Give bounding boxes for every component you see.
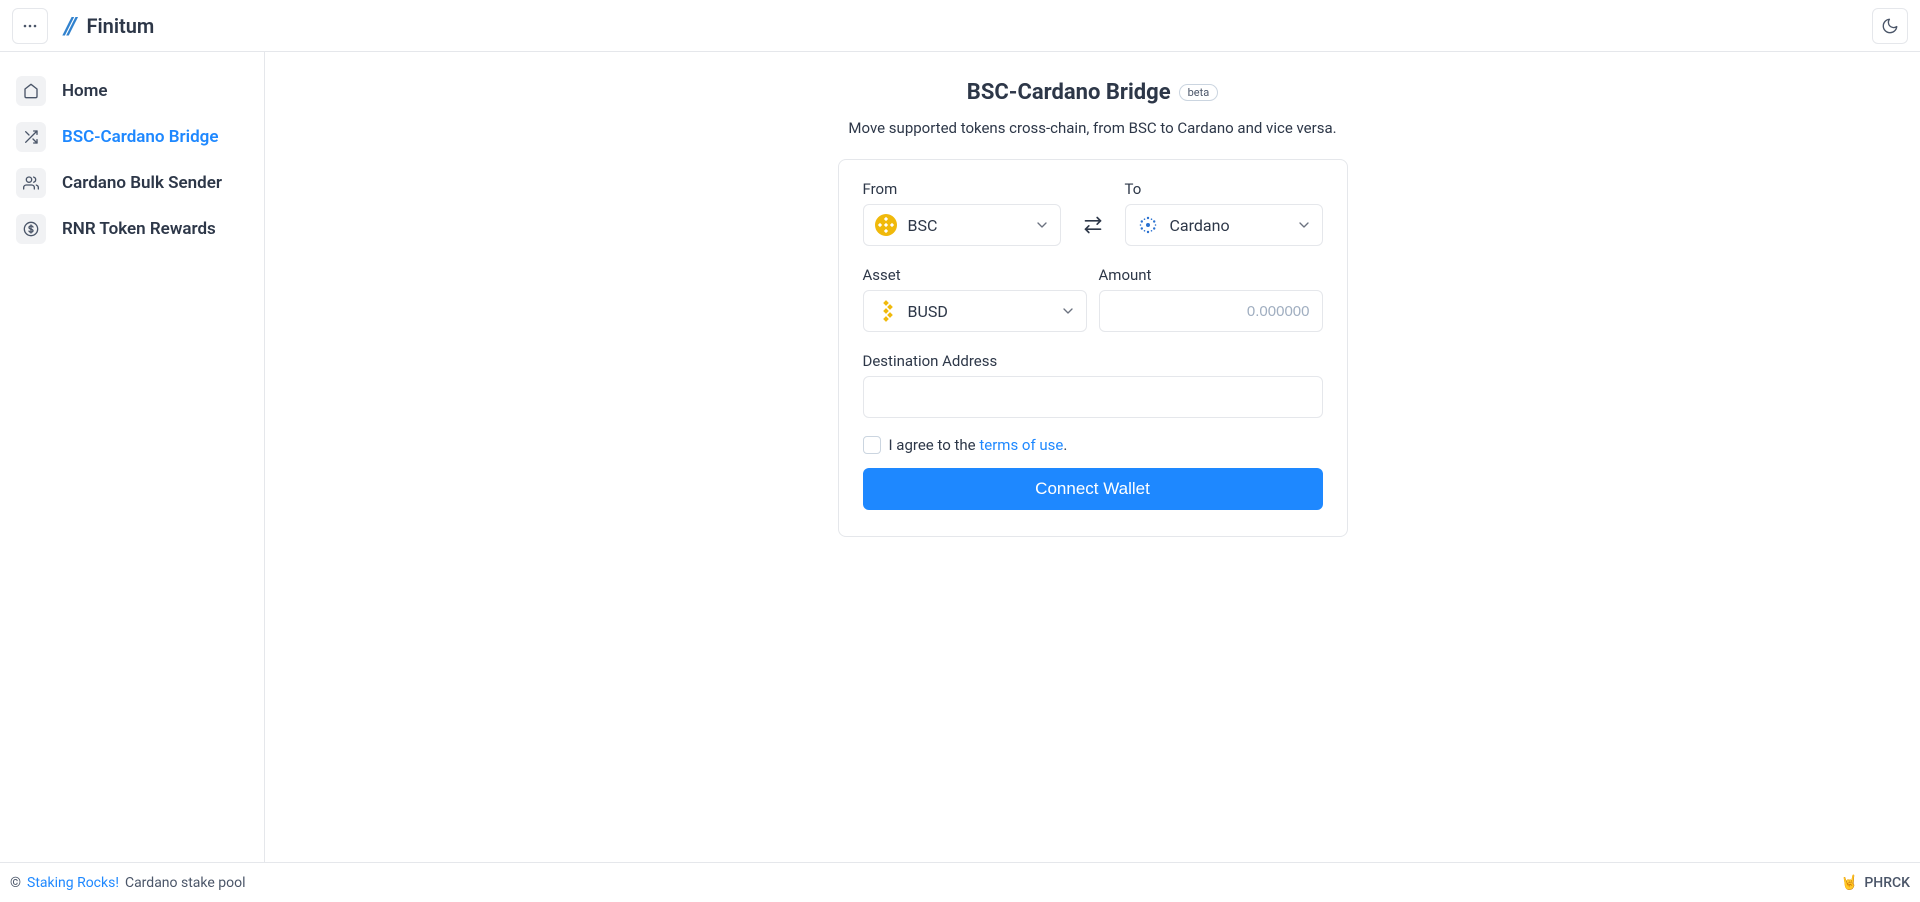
sidebar-item-label: Home bbox=[62, 81, 108, 101]
footer: © Staking Rocks! Cardano stake pool 🤘 PH… bbox=[0, 862, 1920, 902]
connect-wallet-button[interactable]: Connect Wallet bbox=[863, 468, 1323, 510]
main-content: BSC-Cardano Bridge beta Move supported t… bbox=[265, 52, 1920, 862]
asset-select[interactable]: BUSD bbox=[863, 290, 1087, 332]
chevron-down-icon bbox=[1296, 217, 1312, 233]
terms-of-use-link[interactable]: terms of use bbox=[979, 436, 1063, 454]
busd-icon bbox=[874, 299, 898, 323]
from-label: From bbox=[863, 180, 1061, 198]
copyright-symbol: © bbox=[10, 875, 21, 891]
sidebar-item-label: BSC-Cardano Bridge bbox=[62, 127, 218, 147]
users-icon bbox=[16, 168, 46, 198]
destination-label: Destination Address bbox=[863, 352, 1323, 370]
cardano-icon bbox=[1136, 213, 1160, 237]
asset-field: Asset BUSD bbox=[863, 266, 1087, 332]
amount-label: Amount bbox=[1099, 266, 1323, 284]
theme-toggle-button[interactable] bbox=[1872, 8, 1908, 44]
pool-label: PHRCK bbox=[1864, 875, 1910, 891]
footer-suffix: Cardano stake pool bbox=[125, 875, 246, 891]
bridge-card: From BSC bbox=[838, 159, 1348, 537]
logo-group[interactable]: // Finitum bbox=[64, 12, 154, 40]
menu-button[interactable] bbox=[12, 8, 48, 44]
from-select[interactable]: BSC bbox=[863, 204, 1061, 246]
shuffle-icon bbox=[16, 122, 46, 152]
bsc-icon bbox=[874, 213, 898, 237]
staking-rocks-link[interactable]: Staking Rocks! bbox=[27, 875, 119, 891]
asset-value: BUSD bbox=[908, 302, 1050, 321]
logo-icon: // bbox=[64, 12, 74, 40]
from-value: BSC bbox=[908, 216, 1024, 235]
page-title-row: BSC-Cardano Bridge beta bbox=[967, 80, 1218, 105]
dots-icon bbox=[22, 18, 38, 34]
rock-emoji-icon: 🤘 bbox=[1841, 875, 1858, 891]
destination-field: Destination Address bbox=[863, 352, 1323, 418]
dollar-icon bbox=[16, 214, 46, 244]
to-select[interactable]: Cardano bbox=[1125, 204, 1323, 246]
home-icon bbox=[16, 76, 46, 106]
page-subtitle: Move supported tokens cross-chain, from … bbox=[848, 119, 1336, 137]
sidebar-item-rnr[interactable]: RNR Token Rewards bbox=[12, 210, 252, 248]
amount-field: Amount bbox=[1099, 266, 1323, 332]
chevron-down-icon bbox=[1034, 217, 1050, 233]
swap-direction-button[interactable] bbox=[1075, 204, 1111, 246]
to-label: To bbox=[1125, 180, 1323, 198]
pool-ticker[interactable]: 🤘 PHRCK bbox=[1841, 875, 1910, 891]
sidebar-item-label: RNR Token Rewards bbox=[62, 219, 216, 239]
chevron-down-icon bbox=[1060, 303, 1076, 319]
sidebar-item-home[interactable]: Home bbox=[12, 72, 252, 110]
app-title: Finitum bbox=[86, 14, 154, 38]
swap-icon bbox=[1083, 215, 1103, 235]
asset-label: Asset bbox=[863, 266, 1087, 284]
agree-row: I agree to the terms of use. bbox=[863, 436, 1323, 454]
to-value: Cardano bbox=[1170, 216, 1286, 235]
moon-icon bbox=[1881, 17, 1899, 35]
beta-badge: beta bbox=[1179, 84, 1219, 101]
destination-input[interactable] bbox=[863, 376, 1323, 418]
agree-text: I agree to the terms of use. bbox=[889, 436, 1068, 454]
amount-input[interactable] bbox=[1099, 290, 1323, 332]
sidebar-item-bridge[interactable]: BSC-Cardano Bridge bbox=[12, 118, 252, 156]
sidebar-item-bulk-sender[interactable]: Cardano Bulk Sender bbox=[12, 164, 252, 202]
to-field: To Cardano bbox=[1125, 180, 1323, 246]
page-title: BSC-Cardano Bridge bbox=[967, 80, 1171, 105]
from-field: From BSC bbox=[863, 180, 1061, 246]
sidebar-item-label: Cardano Bulk Sender bbox=[62, 173, 222, 193]
sidebar: Home BSC-Cardano Bridge Cardano Bulk Sen… bbox=[0, 52, 265, 862]
agree-checkbox[interactable] bbox=[863, 436, 881, 454]
app-header: // Finitum bbox=[0, 0, 1920, 52]
